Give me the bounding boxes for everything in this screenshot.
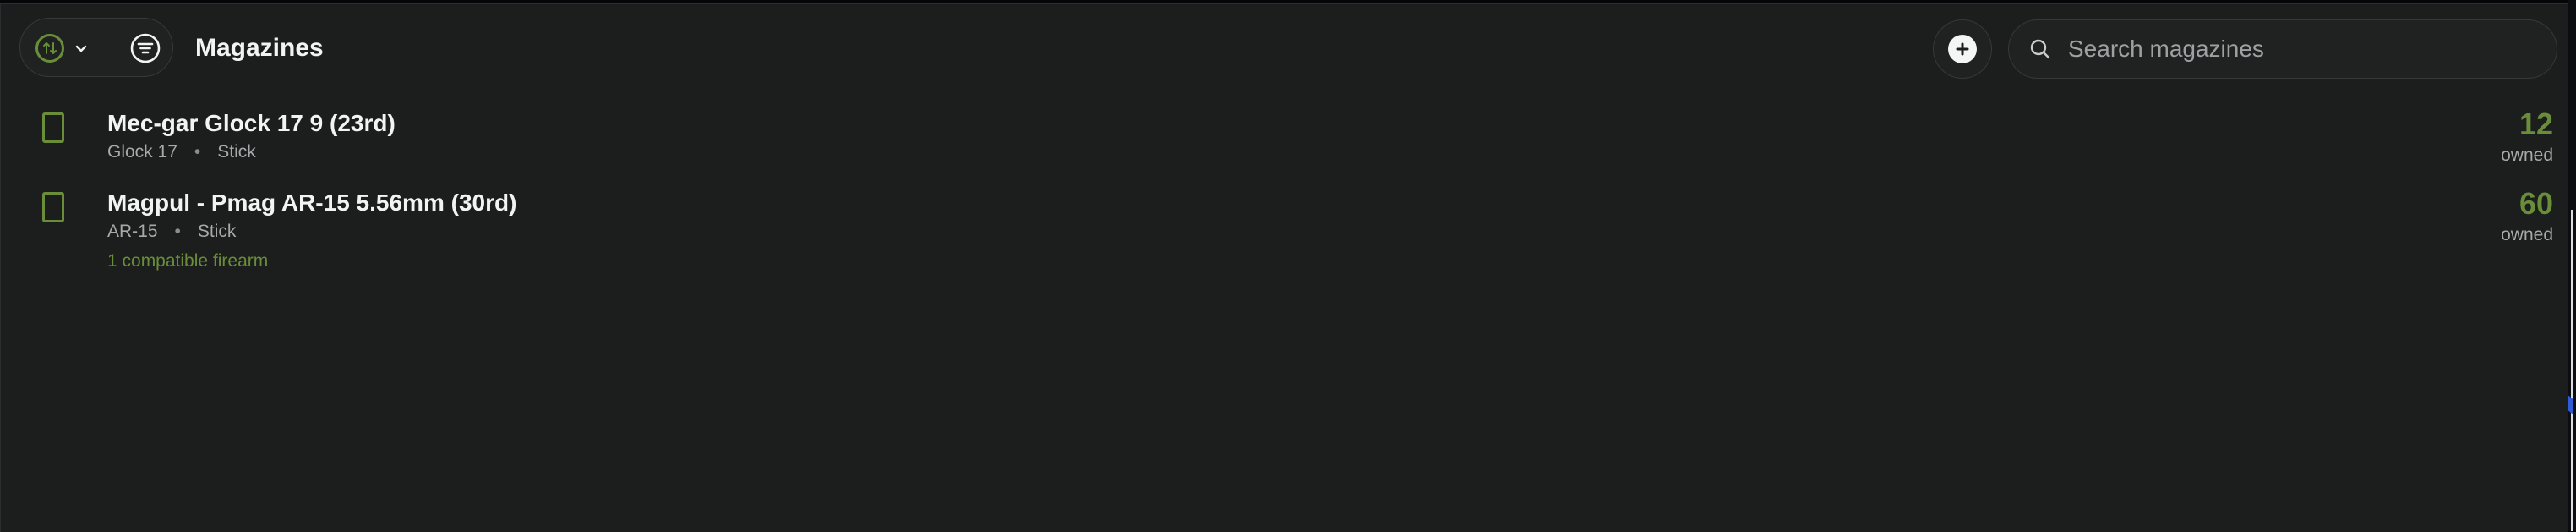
resize-handle[interactable] <box>2568 395 2573 415</box>
owned-count: 12 <box>2519 107 2553 141</box>
scrollbar[interactable] <box>2571 210 2573 531</box>
sort-button[interactable] <box>35 30 112 66</box>
magazine-list: Mec-gar Glock 17 9 (23rd) Glock 17 • Stick… <box>1 99 2568 288</box>
magazine-details: AR-15 • Stick <box>107 221 236 243</box>
app-window: Magazines Mec-gar Glock 17 9 (23rd) Gloc… <box>0 3 2568 532</box>
magazine-name: Mec-gar Glock 17 9 (23rd) <box>107 110 396 136</box>
compatible-firearms-link[interactable]: 1 compatible firearm <box>107 250 268 272</box>
page-title: Magazines <box>195 34 324 62</box>
magazine-platform: AR-15 <box>107 222 158 241</box>
magazine-name: Magpul - Pmag AR-15 5.56mm (30rd) <box>107 189 517 216</box>
list-item[interactable]: Magpul - Pmag AR-15 5.56mm (30rd) AR-15 •… <box>1 178 2568 288</box>
magazine-icon <box>42 192 64 222</box>
magazine-icon <box>42 112 64 143</box>
magazine-type: Stick <box>217 142 256 162</box>
plus-icon <box>1948 35 1977 63</box>
toolbar-controls <box>19 18 173 77</box>
list-item[interactable]: Mec-gar Glock 17 9 (23rd) Glock 17 • Stick… <box>1 99 2568 178</box>
chevron-down-icon <box>75 45 87 52</box>
search-icon <box>2030 39 2050 59</box>
filter-lines-icon[interactable] <box>128 31 162 65</box>
search-bar[interactable] <box>2008 19 2557 79</box>
search-input[interactable] <box>2066 35 2557 63</box>
owned-count: 60 <box>2519 186 2553 221</box>
sort-arrows-icon <box>35 34 64 63</box>
owned-label: owned <box>2501 145 2553 165</box>
magazine-details: Glock 17 • Stick <box>107 141 256 163</box>
window-edge <box>2568 0 2576 531</box>
magazine-type: Stick <box>197 222 237 241</box>
owned-label: owned <box>2501 225 2553 244</box>
magazine-platform: Glock 17 <box>107 142 177 162</box>
separator-dot: • <box>194 142 201 162</box>
separator-dot: • <box>174 222 181 241</box>
add-magazine-button[interactable] <box>1933 19 1992 79</box>
